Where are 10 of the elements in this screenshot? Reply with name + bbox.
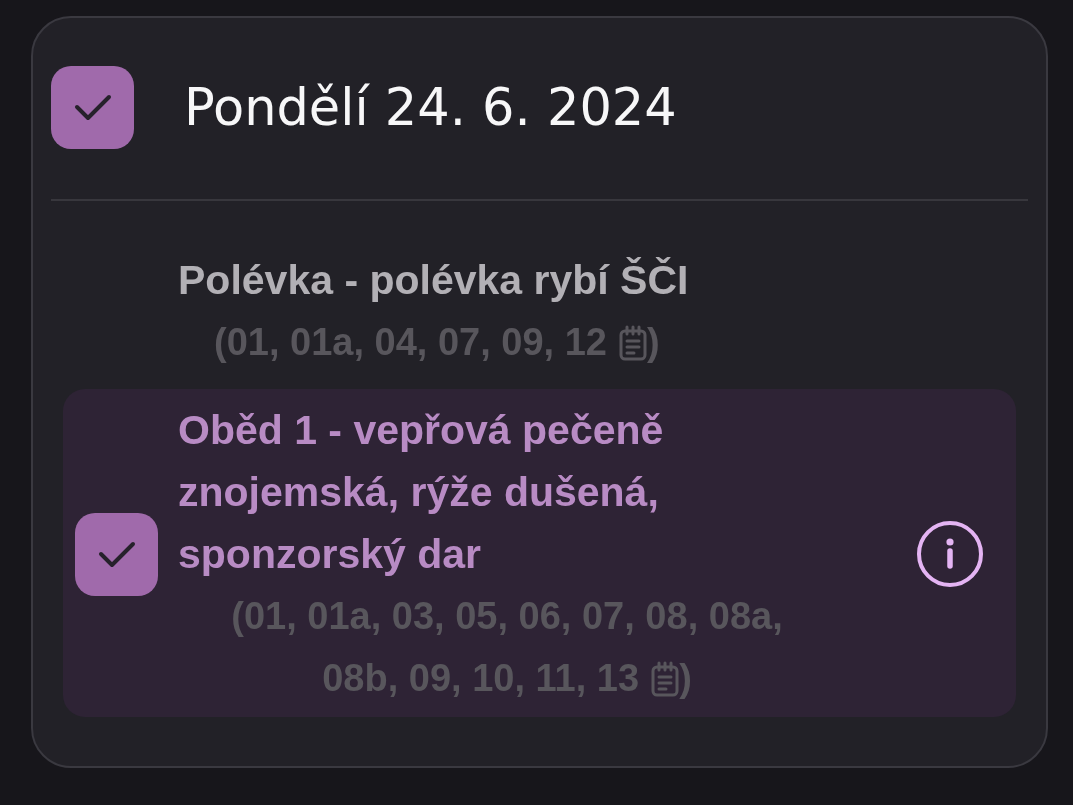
dish-name: Oběd 1 - vepřová pečeně znojemská, rýže dušená, sponzorský dar: [178, 406, 665, 579]
notepad-icon: [651, 661, 680, 697]
notepad-icon: [619, 325, 647, 361]
info-icon[interactable]: [917, 521, 983, 587]
dish-name: Polévka - polévka rybí ŠČI: [178, 256, 690, 305]
check-icon: [97, 540, 136, 568]
day-title: Pondělí 24. 6. 2024: [184, 77, 677, 138]
checkbox[interactable]: [51, 66, 134, 149]
check-icon: [73, 94, 112, 121]
checkbox[interactable]: [75, 512, 158, 596]
